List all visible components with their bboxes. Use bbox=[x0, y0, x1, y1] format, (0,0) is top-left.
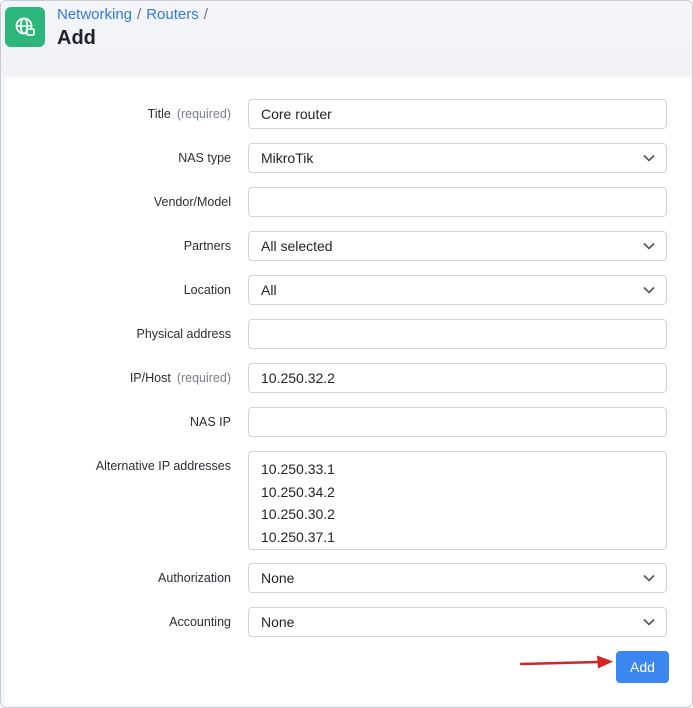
page-title: Add bbox=[57, 27, 96, 49]
alternative-ips-textarea[interactable]: 10.250.33.1 10.250.34.2 10.250.30.2 10.2… bbox=[248, 451, 667, 550]
breadcrumb-link-routers[interactable]: Routers bbox=[146, 6, 199, 23]
partners-select-value: All selected bbox=[261, 238, 333, 254]
add-button[interactable]: Add bbox=[616, 651, 669, 683]
field-label-nas-ip: NAS IP bbox=[190, 415, 231, 429]
breadcrumb-link-networking[interactable]: Networking bbox=[57, 6, 132, 23]
annotation-arrow-icon bbox=[519, 655, 613, 669]
authorization-select[interactable]: None bbox=[248, 563, 667, 593]
title-input[interactable]: Core router bbox=[248, 99, 667, 129]
breadcrumb-separator: / bbox=[137, 6, 142, 23]
field-label-text: Title bbox=[147, 107, 171, 121]
chevron-down-icon bbox=[643, 574, 655, 582]
ip-host-input[interactable]: 10.250.32.2 bbox=[248, 363, 667, 393]
page-header: Networking / Routers / Add bbox=[1, 1, 692, 75]
field-label-partners: Partners bbox=[183, 239, 231, 253]
field-label-authorization: Authorization bbox=[158, 571, 231, 585]
required-marker: (required) bbox=[176, 107, 231, 121]
required-marker: (required) bbox=[176, 371, 231, 385]
field-label-title: Title (required) bbox=[148, 107, 231, 121]
nas-type-select[interactable]: MikroTik bbox=[248, 143, 667, 173]
nas-type-select-value: MikroTik bbox=[261, 150, 314, 166]
alternative-ip-line: 10.250.37.1 bbox=[261, 528, 335, 545]
location-select-value: All bbox=[261, 282, 277, 298]
authorization-select-value: None bbox=[261, 570, 295, 586]
nas-ip-input[interactable] bbox=[248, 407, 667, 437]
ip-host-input-value: 10.250.32.2 bbox=[261, 370, 335, 386]
router-form: Title (required) Core router NAS type Mik… bbox=[5, 77, 691, 705]
field-label-vendor-model: Vendor/Model bbox=[153, 195, 231, 209]
window-frame: Networking / Routers / Add Title (required) … bbox=[0, 0, 693, 708]
physical-address-input[interactable] bbox=[248, 319, 667, 349]
field-label-text: IP/Host bbox=[129, 371, 171, 385]
field-label-nas-type: NAS type bbox=[178, 151, 231, 165]
alternative-ip-line: 10.250.30.2 bbox=[261, 506, 335, 522]
chevron-down-icon bbox=[643, 154, 655, 162]
field-label-location: Location bbox=[183, 283, 231, 297]
chevron-down-icon bbox=[643, 618, 655, 626]
breadcrumb: Networking / Routers / bbox=[57, 6, 213, 24]
chevron-down-icon bbox=[643, 242, 655, 250]
field-label-alternative-ips: Alternative IP addresses bbox=[95, 459, 231, 473]
accounting-select-value: None bbox=[261, 614, 295, 630]
field-label-accounting: Accounting bbox=[169, 615, 231, 629]
field-label-ip-host: IP/Host (required) bbox=[130, 371, 231, 385]
location-select[interactable]: All bbox=[248, 275, 667, 305]
vendor-model-input[interactable] bbox=[248, 187, 667, 217]
partners-select[interactable]: All selected bbox=[248, 231, 667, 261]
field-label-physical-address: Physical address bbox=[136, 327, 232, 341]
chevron-down-icon bbox=[643, 286, 655, 294]
breadcrumb-separator: / bbox=[203, 6, 208, 23]
alternative-ip-line: 10.250.33.1 bbox=[261, 461, 335, 477]
accounting-select[interactable]: None bbox=[248, 607, 667, 637]
title-input-value: Core router bbox=[261, 106, 332, 122]
globe-router-icon bbox=[5, 7, 45, 47]
alternative-ip-line: 10.250.34.2 bbox=[261, 483, 335, 500]
globe-glyph bbox=[15, 17, 35, 36]
